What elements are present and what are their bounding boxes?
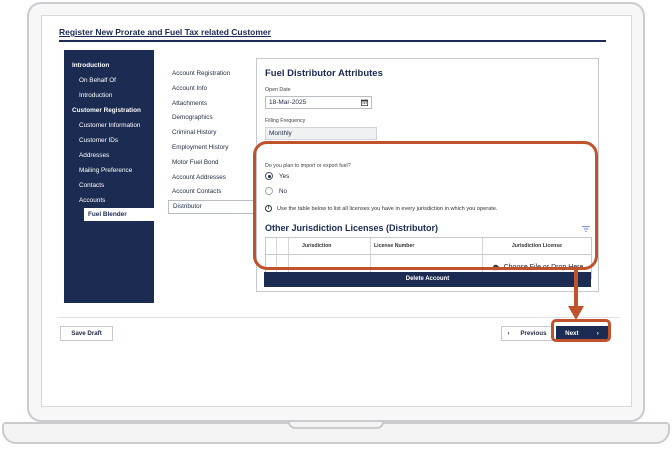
left-nav-item-mailing-preference[interactable]: Mailing Preference — [64, 163, 154, 178]
left-nav-item-introduction[interactable]: Introduction — [64, 58, 154, 73]
left-nav-item-addresses[interactable]: Addresses — [64, 148, 154, 163]
open-date-value: 18-Mar-2025 — [269, 99, 307, 106]
title-divider — [59, 40, 606, 42]
card-title: Fuel Distributor Attributes — [265, 68, 383, 79]
highlight-box-next — [551, 319, 611, 342]
filing-frequency-field: Monthly — [265, 127, 377, 140]
step-item-account-info[interactable]: Account Info — [168, 82, 256, 97]
step-item-account-contacts[interactable]: Account Contacts — [168, 185, 256, 200]
previous-button[interactable]: ‹ Previous — [501, 326, 553, 341]
left-nav: Introduction On Behalf Of Introduction Cust… — [64, 50, 154, 303]
left-nav-item-accounts[interactable]: Accounts — [64, 193, 154, 208]
open-date-label: Open Date — [265, 87, 291, 93]
step-item-motor-fuel-bond[interactable]: Motor Fuel Bond — [168, 156, 256, 171]
step-nav: Account Registration Account Info Attachme… — [168, 67, 256, 215]
calendar-icon[interactable] — [361, 99, 368, 106]
left-nav-item-on-behalf-of[interactable]: On Behalf Of — [64, 73, 154, 88]
left-nav-item-contacts[interactable]: Contacts — [64, 178, 154, 193]
left-nav-item-customer-ids[interactable]: Customer IDs — [64, 133, 154, 148]
delete-account-button[interactable]: Delete Account — [264, 272, 591, 287]
left-nav-item-customer-information[interactable]: Customer Information — [64, 118, 154, 133]
filing-frequency-label: Filling Frequency — [265, 118, 306, 124]
previous-label: Previous — [520, 330, 547, 337]
step-item-account-registration[interactable]: Account Registration — [168, 67, 256, 82]
arrow-down-icon — [568, 270, 584, 320]
step-item-demographics[interactable]: Demographics — [168, 111, 256, 126]
step-item-employment-history[interactable]: Employment History — [168, 141, 256, 156]
step-item-account-addresses[interactable]: Account Addresses — [168, 171, 256, 186]
laptop-notch — [288, 422, 384, 429]
chevron-left-icon: ‹ — [507, 330, 510, 337]
page-title: Register New Prorate and Fuel Tax relate… — [59, 27, 271, 37]
left-nav-item-fuel-blender[interactable]: Fuel Blender — [84, 208, 154, 221]
step-item-distributor[interactable]: Distributor — [168, 200, 256, 215]
step-item-criminal-history[interactable]: Criminal History — [168, 126, 256, 141]
bottom-bar: Save Draft ‹ Previous Next › — [57, 317, 620, 347]
save-draft-button[interactable]: Save Draft — [60, 326, 113, 341]
left-nav-item-introduction[interactable]: Introduction — [64, 88, 154, 103]
left-nav-item-customer-registration[interactable]: Customer Registration — [64, 103, 154, 118]
open-date-input[interactable]: 18-Mar-2025 — [265, 96, 372, 109]
highlight-box-import-export — [253, 141, 598, 270]
step-item-attachments[interactable]: Attachments — [168, 97, 256, 112]
